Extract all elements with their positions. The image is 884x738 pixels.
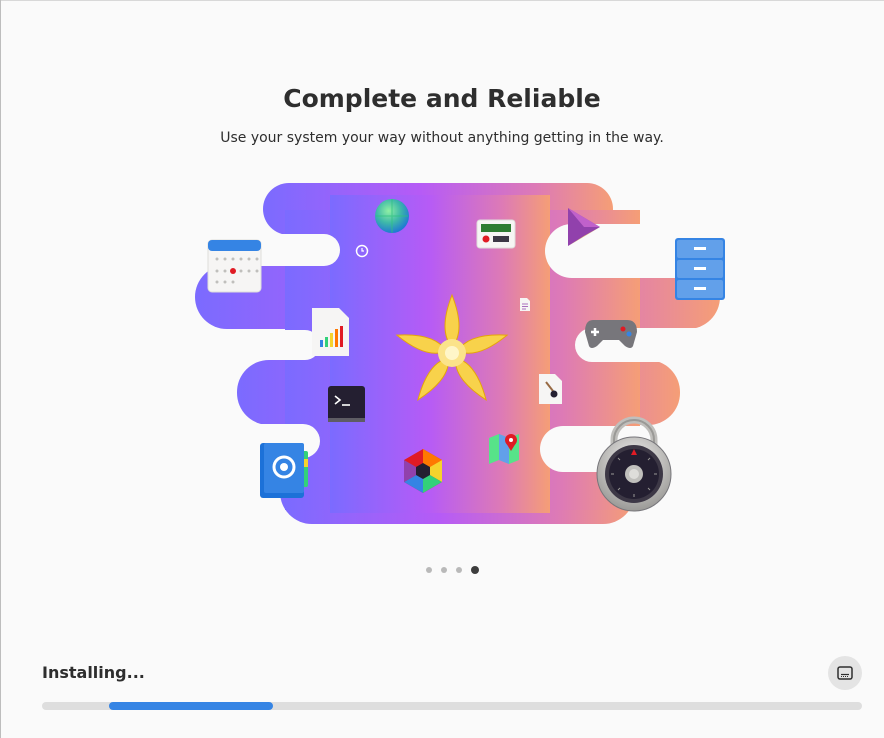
terminal-icon xyxy=(328,386,365,422)
install-progress-bar xyxy=(42,702,862,710)
page-dot[interactable] xyxy=(441,567,447,573)
radio-icon xyxy=(476,219,516,249)
show-log-button[interactable] xyxy=(828,656,862,690)
progress-fill xyxy=(109,702,274,710)
globe-icon xyxy=(375,199,409,233)
file-cabinet-icon xyxy=(675,238,725,300)
text-document-icon xyxy=(520,298,530,311)
maps-icon xyxy=(489,434,519,464)
calendar-icon xyxy=(207,239,262,293)
page-dot-active[interactable] xyxy=(471,566,479,574)
address-book-icon xyxy=(260,443,308,498)
carousel-indicator xyxy=(426,565,479,575)
install-status: Installing... xyxy=(42,663,145,682)
slide-title: Complete and Reliable xyxy=(283,84,601,113)
page-dot[interactable] xyxy=(426,567,432,573)
terminal-log-icon xyxy=(837,666,853,680)
brush-document-icon xyxy=(539,374,562,404)
apps-illustration xyxy=(190,183,725,524)
slide-subtitle: Use your system your way without anythin… xyxy=(220,130,664,146)
window-top-border xyxy=(0,0,884,1)
chart-document-icon xyxy=(312,308,349,356)
page-dot[interactable] xyxy=(456,567,462,573)
